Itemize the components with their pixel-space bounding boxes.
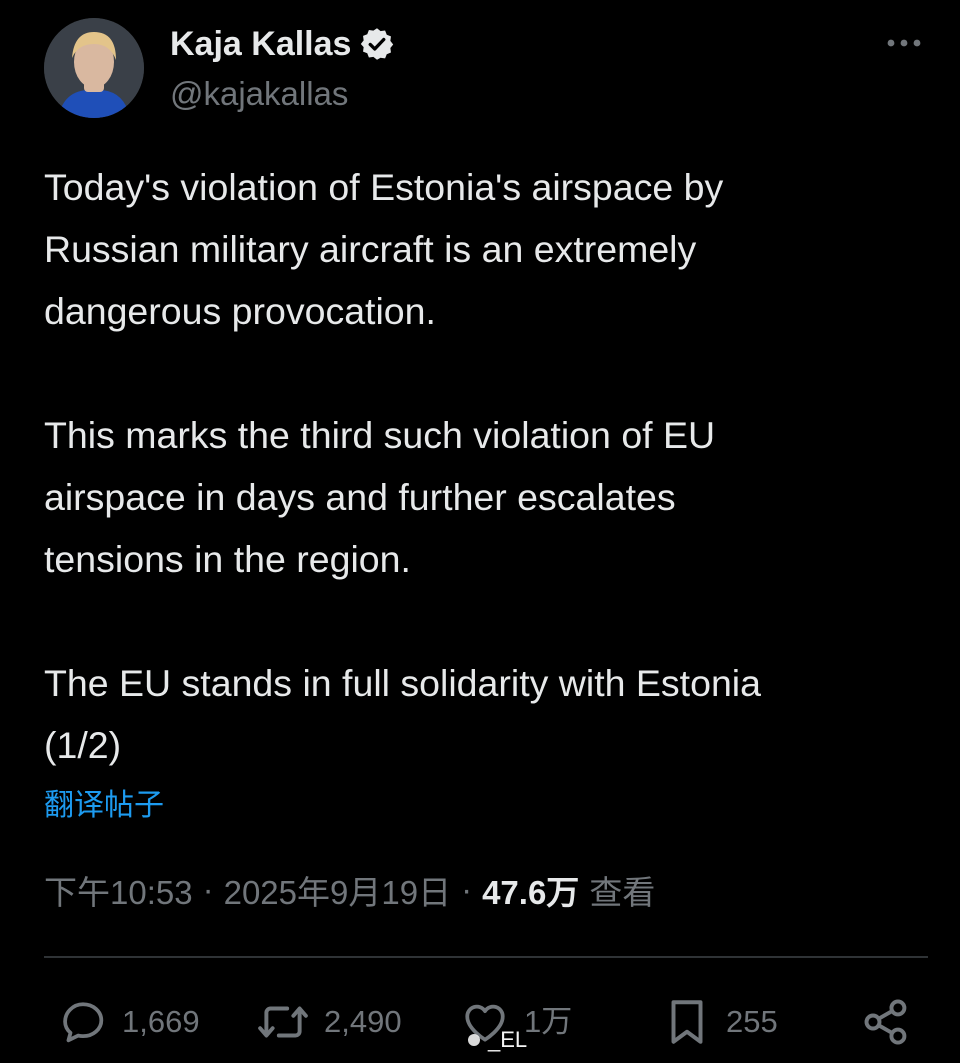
repost-icon: [256, 997, 310, 1047]
bookmark-icon: [662, 995, 712, 1049]
avatar[interactable]: [44, 18, 144, 118]
watermark-text: _EL: [488, 1027, 528, 1052]
share-button[interactable]: [860, 990, 912, 1054]
author-handle[interactable]: @kajakallas: [170, 74, 348, 114]
tweet-header: Kaja Kallas @kajakallas: [44, 18, 924, 122]
watermark: _EL: [468, 1022, 527, 1058]
translate-post-link[interactable]: 翻译帖子: [44, 784, 164, 828]
name-row: Kaja Kallas: [170, 22, 395, 66]
tweet-paragraph: Today's violation of Estonia's airspace …: [44, 166, 724, 332]
bookmark-button[interactable]: 255: [662, 990, 778, 1054]
tweet-meta: 下午10:53 · 2025年9月19日 · 47.6万 查看: [44, 864, 655, 916]
tweet-paragraph: This marks the third such violation of E…: [44, 414, 716, 580]
divider: [44, 956, 928, 958]
watermark-logo-icon: [468, 1034, 480, 1046]
reply-button[interactable]: 1,669: [58, 990, 200, 1054]
views-label: 查看: [589, 874, 656, 911]
reply-count: 1,669: [122, 1004, 200, 1039]
repost-count: 2,490: [324, 1004, 402, 1039]
meta-separator: ·: [461, 871, 473, 908]
tweet-paragraph: The EU stands in full solidarity with Es…: [44, 662, 761, 766]
verified-badge-icon: [359, 26, 395, 62]
meta-separator: ·: [202, 871, 214, 908]
bookmark-count: 255: [726, 1004, 778, 1039]
like-count: 1万: [524, 1004, 573, 1039]
more-horizontal-icon[interactable]: [884, 28, 924, 58]
avatar-photo-icon: [44, 18, 144, 118]
post-date[interactable]: 2025年9月19日: [224, 866, 451, 914]
author-display-name[interactable]: Kaja Kallas: [170, 22, 351, 66]
tweet-text: Today's violation of Estonia's airspace …: [44, 156, 924, 776]
post-time[interactable]: 下午10:53: [44, 866, 193, 914]
share-icon: [860, 996, 912, 1048]
views-count[interactable]: 47.6万: [482, 866, 579, 914]
repost-button[interactable]: 2,490: [256, 990, 402, 1054]
reply-bubble-icon: [58, 997, 108, 1047]
